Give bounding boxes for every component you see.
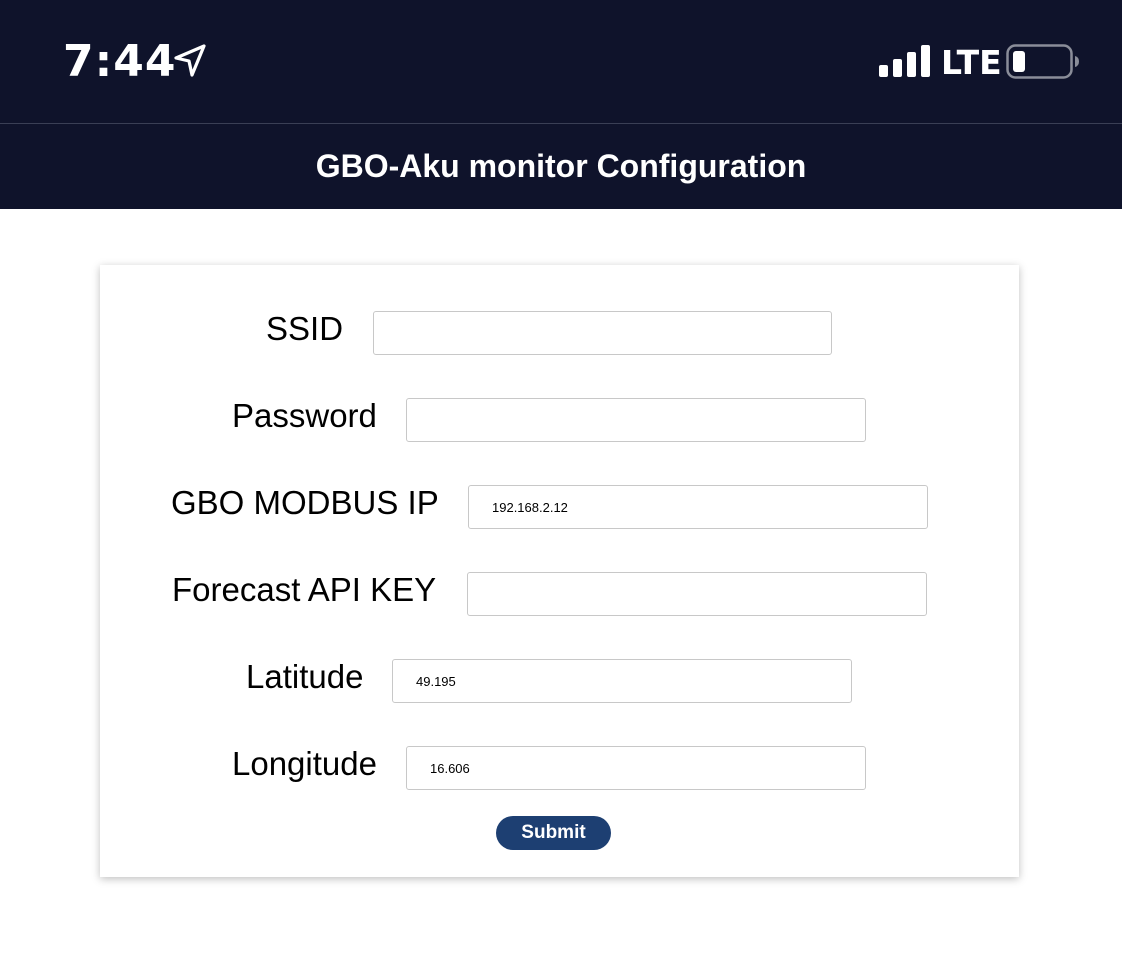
app-header: GBO-Aku monitor Configuration [0,123,1122,209]
status-bar: 7:44 LTE [0,0,1122,123]
status-time: 7:44 [63,36,177,87]
network-type: LTE [941,43,1002,82]
api-key-input[interactable] [467,572,927,616]
ssid-label: SSID [266,310,344,347]
battery-low-icon [1006,44,1079,79]
cellular-signal-icon [879,45,930,77]
page-title: GBO-Aku monitor Configuration [315,148,807,184]
field-row-modbus-ip: GBO MODBUS IP [100,485,1019,531]
longitude-label: Longitude [232,745,377,782]
submit-button[interactable]: Submit [496,816,611,850]
field-row-longitude: Longitude [100,746,1019,792]
api-key-label: Forecast API KEY [172,571,437,608]
ssid-input[interactable] [373,311,832,355]
modbus-ip-label: GBO MODBUS IP [171,484,439,521]
field-row-password: Password [100,398,1019,444]
configuration-form: SSID Password GBO MODBUS IP Forecast API… [100,265,1019,877]
latitude-input[interactable] [392,659,852,703]
password-label: Password [232,397,377,434]
modbus-ip-input[interactable] [468,485,928,529]
field-row-api-key: Forecast API KEY [100,572,1019,618]
latitude-label: Latitude [246,658,364,695]
longitude-input[interactable] [406,746,866,790]
location-arrow-icon [174,44,206,77]
password-input[interactable] [406,398,866,442]
field-row-ssid: SSID [100,311,1019,357]
field-row-latitude: Latitude [100,659,1019,705]
